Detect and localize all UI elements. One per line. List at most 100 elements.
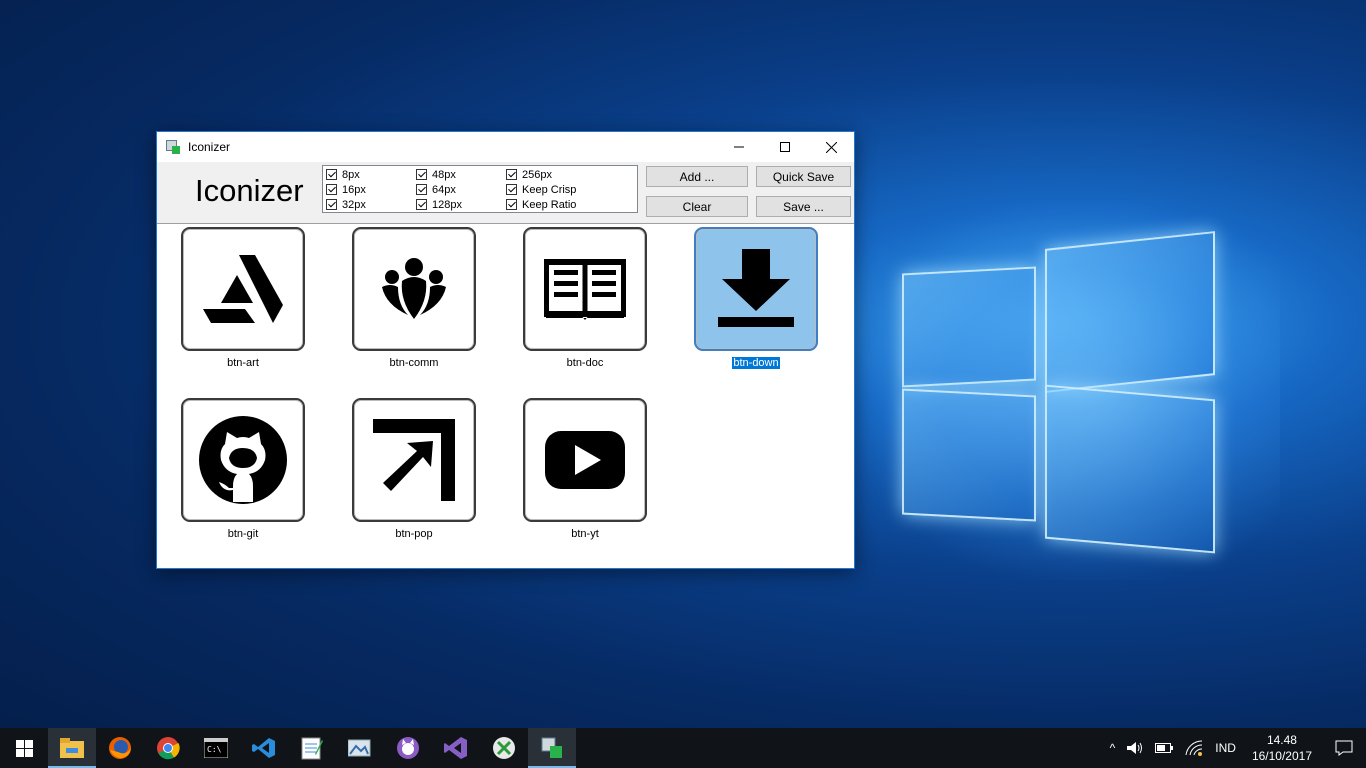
- checkbox-icon[interactable]: [506, 184, 517, 195]
- clear-button[interactable]: Clear: [646, 196, 748, 217]
- wallpaper-logo-pane: [1045, 231, 1215, 393]
- file-explorer-icon: [60, 738, 84, 758]
- start-button[interactable]: [0, 728, 48, 768]
- option-64px[interactable]: 64px: [416, 182, 456, 197]
- taskbar-iconizer[interactable]: [528, 728, 576, 768]
- clock-time: 14.48: [1266, 733, 1297, 747]
- option-8px[interactable]: 8px: [326, 167, 360, 182]
- chrome-icon: [157, 737, 180, 760]
- wallpaper-logo-pane: [902, 388, 1036, 522]
- checkbox-icon[interactable]: [416, 169, 427, 180]
- taskbar-terminal[interactable]: C:\: [192, 728, 240, 768]
- taskbar-photos[interactable]: [336, 728, 384, 768]
- network-button[interactable]: [1179, 740, 1209, 756]
- taskbar-remote-desktop[interactable]: [480, 728, 528, 768]
- battery-button[interactable]: [1149, 742, 1179, 754]
- icon-tile[interactable]: btn-yt: [521, 398, 649, 542]
- app-heading: Iconizer: [195, 173, 304, 208]
- download-icon: [718, 249, 794, 327]
- toolbar: Iconizer 8px 16px 32px 48px 64px 128px 2…: [157, 162, 854, 224]
- book-icon: [544, 259, 626, 320]
- checkbox-icon[interactable]: [326, 184, 337, 195]
- close-icon: [825, 141, 837, 153]
- github-icon: [199, 416, 287, 504]
- minimize-button[interactable]: [716, 132, 762, 162]
- option-48px[interactable]: 48px: [416, 167, 456, 182]
- iconizer-icon: [541, 737, 562, 758]
- show-hidden-icons-button[interactable]: ^: [1104, 741, 1122, 755]
- checkbox-icon[interactable]: [506, 169, 517, 180]
- option-32px[interactable]: 32px: [326, 197, 366, 212]
- artstation-icon: [203, 255, 283, 323]
- checkbox-icon[interactable]: [416, 184, 427, 195]
- title-bar[interactable]: Iconizer: [157, 132, 854, 162]
- size-options-list: 8px 16px 32px 48px 64px 128px 256px Keep…: [322, 165, 638, 213]
- icon-label: btn-pop: [395, 528, 433, 540]
- taskbar-chrome[interactable]: [144, 728, 192, 768]
- taskbar-visual-studio[interactable]: [432, 728, 480, 768]
- action-center-button[interactable]: [1322, 740, 1366, 756]
- iconizer-window: Iconizer Iconizer 8px 16px 32px 48px 64p…: [156, 131, 855, 569]
- clock[interactable]: 14.48 16/10/2017: [1242, 732, 1322, 764]
- icon-grid: btn-art btn-comm btn-doc btn-down btn-gi…: [157, 224, 854, 568]
- option-keep-crisp[interactable]: Keep Crisp: [506, 182, 576, 197]
- clock-date: 16/10/2017: [1251, 749, 1312, 763]
- icon-tile[interactable]: btn-pop: [350, 398, 478, 542]
- icon-label: btn-art: [227, 357, 259, 369]
- add-button[interactable]: Add ...: [646, 166, 748, 187]
- option-128px[interactable]: 128px: [416, 197, 462, 212]
- icon-label: btn-doc: [566, 357, 604, 369]
- maximize-button[interactable]: [762, 132, 808, 162]
- volume-button[interactable]: [1121, 741, 1149, 755]
- maximize-icon: [780, 142, 790, 152]
- checkbox-icon[interactable]: [506, 199, 517, 210]
- icon-tile[interactable]: btn-art: [179, 227, 307, 371]
- vscode-icon: [252, 738, 275, 758]
- checkbox-icon[interactable]: [326, 199, 337, 210]
- terminal-icon: C:\: [204, 738, 228, 758]
- icon-tile-selected[interactable]: btn-down: [692, 227, 820, 371]
- taskbar-github-desktop[interactable]: [384, 728, 432, 768]
- photo-icon: [348, 739, 371, 757]
- taskbar-vscode[interactable]: [240, 728, 288, 768]
- firefox-icon: [109, 737, 131, 759]
- app-icon: [166, 140, 180, 154]
- taskbar-notepad[interactable]: [288, 728, 336, 768]
- icon-label: btn-git: [227, 528, 259, 540]
- volume-icon: [1127, 742, 1143, 754]
- icon-label: btn-yt: [571, 528, 599, 540]
- icon-tile[interactable]: btn-doc: [521, 227, 649, 371]
- taskbar: C:\ ^ IND 14.48 16/10/2017: [0, 728, 1366, 768]
- checkbox-icon[interactable]: [326, 169, 337, 180]
- taskbar-file-explorer[interactable]: [48, 728, 96, 768]
- checkbox-icon[interactable]: [416, 199, 427, 210]
- minimize-icon: [734, 146, 744, 148]
- wifi-icon: [1185, 740, 1203, 756]
- option-16px[interactable]: 16px: [326, 182, 366, 197]
- wallpaper-logo-pane: [1045, 384, 1215, 554]
- svg-text:C:\: C:\: [207, 745, 222, 754]
- community-icon: [382, 258, 446, 319]
- language-indicator[interactable]: IND: [1209, 741, 1242, 755]
- close-button[interactable]: [808, 132, 854, 162]
- save-button[interactable]: Save ...: [756, 196, 851, 217]
- option-keep-ratio[interactable]: Keep Ratio: [506, 197, 576, 212]
- notification-icon: [1335, 740, 1353, 756]
- chevron-up-icon: ^: [1109, 741, 1116, 755]
- start-icon: [15, 739, 33, 757]
- visual-studio-icon: [444, 737, 467, 759]
- taskbar-firefox[interactable]: [96, 728, 144, 768]
- github-desktop-icon: [397, 737, 419, 759]
- remote-icon: [493, 737, 515, 759]
- battery-icon: [1155, 743, 1174, 753]
- youtube-icon: [545, 431, 625, 489]
- system-tray: ^ IND 14.48 16/10/2017: [1104, 728, 1366, 768]
- quick-save-button[interactable]: Quick Save: [756, 166, 851, 187]
- popout-arrow-icon: [373, 419, 455, 501]
- icon-label: btn-down: [731, 356, 781, 370]
- window-title: Iconizer: [188, 140, 231, 154]
- option-256px[interactable]: 256px: [506, 167, 552, 182]
- icon-tile[interactable]: btn-comm: [350, 227, 478, 371]
- icon-tile[interactable]: btn-git: [179, 398, 307, 542]
- wallpaper-logo-pane: [902, 266, 1036, 388]
